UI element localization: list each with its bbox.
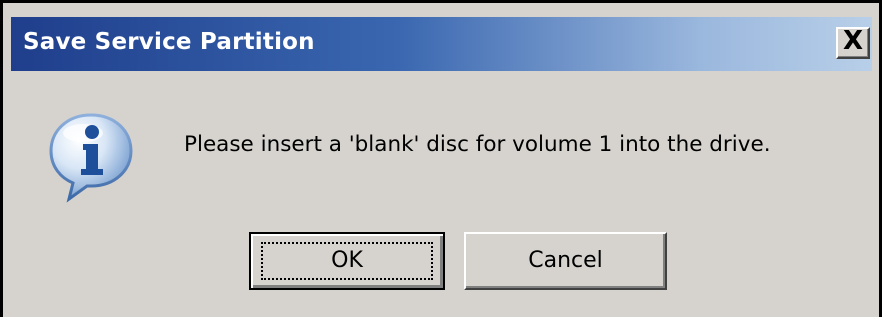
cancel-button-label: Cancel xyxy=(528,248,603,273)
cancel-button[interactable]: Cancel xyxy=(464,232,667,290)
message-dialog: Save Service Partition X Please insert a… xyxy=(0,0,882,317)
dialog-message: Please insert a 'blank' disc for volume … xyxy=(184,132,771,157)
close-icon: X xyxy=(842,26,864,56)
focus-ring xyxy=(261,242,433,280)
close-button[interactable]: X xyxy=(836,26,870,59)
title-bar[interactable]: Save Service Partition X xyxy=(11,17,872,71)
ok-button[interactable]: OK xyxy=(249,232,445,290)
information-icon xyxy=(49,113,133,203)
dialog-title: Save Service Partition xyxy=(23,29,315,55)
